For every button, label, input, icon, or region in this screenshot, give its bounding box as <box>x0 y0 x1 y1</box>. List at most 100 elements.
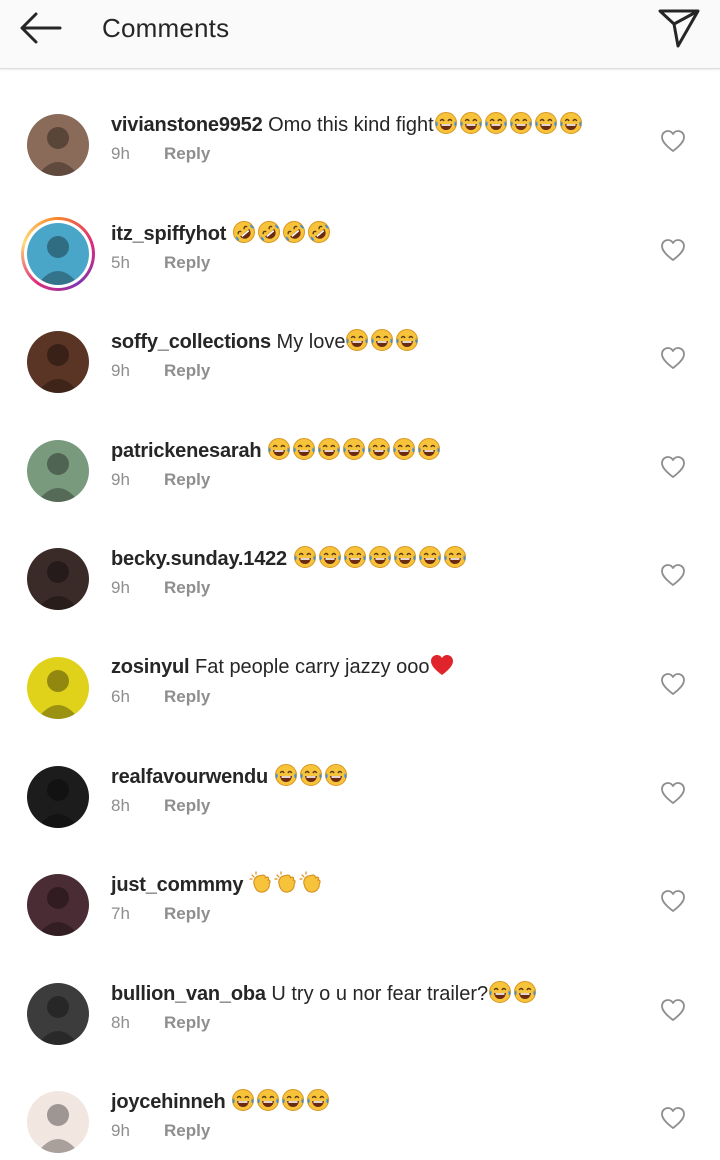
like-button[interactable] <box>660 889 686 913</box>
red-heart-emoji <box>430 654 454 678</box>
avatar[interactable] <box>27 439 89 502</box>
tears-of-joy-emoji <box>256 1089 281 1113</box>
paper-plane-icon <box>658 9 700 48</box>
tears-of-joy-emoji <box>317 437 342 462</box>
comment-username[interactable]: itz_spiffyhot <box>111 223 226 245</box>
heart-outline-icon <box>660 564 686 591</box>
rolling-on-floor-laughing-emoji <box>232 220 257 245</box>
tears-of-joy-emoji <box>274 763 299 788</box>
heart-outline-icon <box>660 347 686 374</box>
comment-username[interactable]: soffy_collections <box>111 331 271 353</box>
avatar[interactable] <box>27 548 89 611</box>
comment-meta: 5h Reply <box>111 253 210 273</box>
reply-button[interactable]: Reply <box>164 253 210 272</box>
like-button[interactable] <box>660 781 686 805</box>
comment-text-line: joycehinneh <box>111 1088 331 1115</box>
tears-of-joy-emoji <box>434 112 459 136</box>
avatar[interactable] <box>27 222 89 285</box>
heart-outline-icon <box>660 998 686 1026</box>
reply-button[interactable]: Reply <box>164 1121 210 1140</box>
arrow-left-icon <box>20 12 62 44</box>
clapping-hands-emoji <box>274 871 299 896</box>
comment-username[interactable]: patrickenesarah <box>111 440 262 462</box>
comment-meta: 9h Reply <box>111 144 210 164</box>
tears-of-joy-emoji <box>392 437 417 462</box>
comment-time: 8h <box>111 795 130 815</box>
reply-button[interactable]: Reply <box>164 578 210 597</box>
reply-button[interactable]: Reply <box>164 904 210 923</box>
like-button[interactable] <box>660 238 686 262</box>
comment-time: 9h <box>111 1121 130 1141</box>
comment-time: 8h <box>111 1012 130 1032</box>
comment-meta: 6h Reply <box>111 687 210 707</box>
comment-username[interactable]: bullion_van_oba <box>111 983 266 1005</box>
avatar[interactable] <box>27 1091 89 1154</box>
comment-item: patrickenesarah 9h Reply <box>0 413 720 522</box>
back-button[interactable] <box>18 10 64 46</box>
like-button[interactable] <box>660 672 686 696</box>
tears-of-joy-emoji <box>292 437 317 462</box>
tears-of-joy-emoji <box>484 112 509 136</box>
avatar[interactable] <box>27 114 89 176</box>
comment-text-line: patrickenesarah <box>111 437 442 464</box>
tears-of-joy-emoji <box>488 980 513 1005</box>
tears-of-joy-emoji <box>324 763 349 788</box>
tears-of-joy-emoji <box>367 437 392 462</box>
comment-text: U try o u nor fear trailer? <box>271 982 489 1005</box>
rolling-on-floor-laughing-emoji <box>257 220 282 245</box>
comment-username[interactable]: vivianstone9952 <box>111 114 263 136</box>
comment-time: 9h <box>111 144 130 163</box>
comment-meta: 8h Reply <box>111 796 210 816</box>
avatar[interactable] <box>27 874 89 937</box>
rolling-on-floor-laughing-emoji <box>307 220 332 245</box>
tears-of-joy-emoji <box>293 546 318 570</box>
comment-username[interactable]: joycehinneh <box>111 1091 226 1113</box>
avatar[interactable] <box>27 982 89 1045</box>
avatar[interactable] <box>27 656 89 719</box>
comment-text-line: just_commmy <box>111 871 324 898</box>
comment-item: just_commmy 7h Reply <box>0 847 720 956</box>
reply-button[interactable]: Reply <box>164 470 210 489</box>
share-button[interactable] <box>656 6 702 48</box>
avatar[interactable] <box>27 331 89 394</box>
comment-item: itz_spiffyhot 5h Reply <box>0 196 720 305</box>
comment-username[interactable]: zosinyul <box>111 656 190 678</box>
like-button[interactable] <box>660 455 686 479</box>
rolling-on-floor-laughing-emoji <box>282 220 307 245</box>
comment-item: zosinyul Fat people carry jazzy ooo 6h Rep… <box>0 630 720 739</box>
comment-username[interactable]: becky.sunday.1422 <box>111 548 287 570</box>
tears-of-joy-emoji <box>393 546 418 570</box>
tears-of-joy-emoji <box>417 437 442 462</box>
tears-of-joy-emoji <box>370 329 395 353</box>
tears-of-joy-emoji <box>345 329 370 353</box>
reply-button[interactable]: Reply <box>164 144 210 163</box>
like-button[interactable] <box>660 346 686 370</box>
comment-username[interactable]: realfavourwendu <box>111 766 268 788</box>
like-button[interactable] <box>660 1106 686 1130</box>
comment-item: realfavourwendu 8h Reply <box>0 739 720 848</box>
avatar[interactable] <box>27 765 89 828</box>
heart-outline-icon <box>660 890 686 917</box>
tears-of-joy-emoji <box>534 112 559 136</box>
tears-of-joy-emoji <box>368 546 393 570</box>
comment-list: vivianstone9952 Omo this kind fight 9h Rep… <box>0 87 720 1160</box>
tears-of-joy-emoji <box>306 1089 331 1113</box>
reply-button[interactable]: Reply <box>164 687 210 706</box>
heart-outline-icon <box>660 781 686 809</box>
comment-text-line: bullion_van_oba U try o u nor fear trail… <box>111 980 538 1007</box>
comment-text-line: vivianstone9952 Omo this kind fight <box>111 111 584 138</box>
comment-text-line: zosinyul Fat people carry jazzy ooo <box>111 654 454 680</box>
comment-username[interactable]: just_commmy <box>111 874 243 896</box>
reply-button[interactable]: Reply <box>164 361 210 380</box>
reply-button[interactable]: Reply <box>164 1013 210 1032</box>
like-button[interactable] <box>660 998 686 1022</box>
top-bar: Comments <box>0 0 720 69</box>
like-button[interactable] <box>660 563 686 587</box>
comment-item: vivianstone9952 Omo this kind fight 9h Rep… <box>0 87 720 196</box>
reply-button[interactable]: Reply <box>164 796 210 815</box>
comment-time: 9h <box>111 361 130 381</box>
story-ring[interactable] <box>21 216 95 291</box>
comment-meta: 9h Reply <box>111 578 210 598</box>
like-button[interactable] <box>660 129 686 153</box>
tears-of-joy-emoji <box>513 980 538 1005</box>
